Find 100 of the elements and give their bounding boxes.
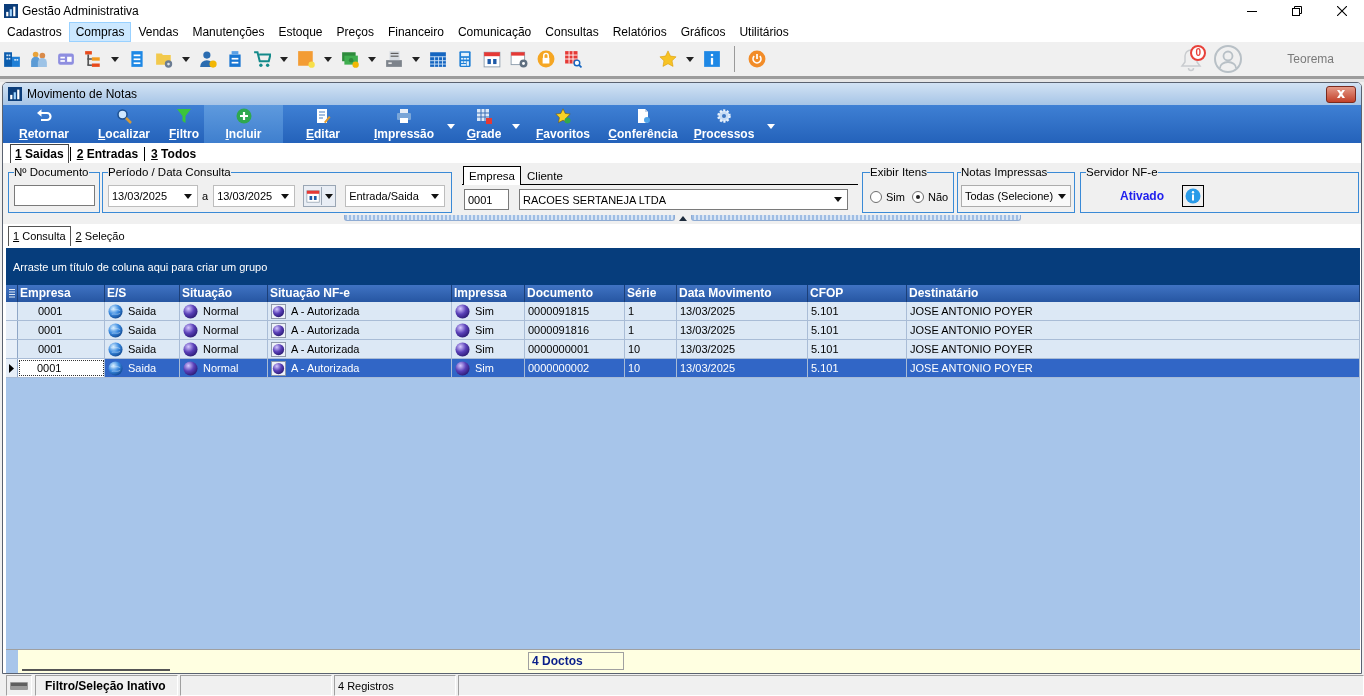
info-icon[interactable] [703,50,721,68]
menu-item[interactable]: Gráficos [673,22,733,42]
summary-indicator [6,650,18,673]
menu-item[interactable]: Cadastros [0,22,69,42]
table-cell: Sim [475,324,494,336]
table-cell: Normal [203,305,239,317]
folder-gear-icon[interactable] [155,50,173,68]
sphere-icon [183,322,198,338]
movement-type-dropdown[interactable]: Entrada/Saida [345,185,446,207]
row-selector[interactable] [6,359,18,377]
cart-icon[interactable] [253,50,271,68]
column-chooser-icon[interactable] [8,289,15,298]
menu-item[interactable]: Comunicação [450,22,539,42]
caret-icon [834,197,842,202]
radio-option[interactable]: Sim [870,191,905,203]
date-picker[interactable]: 13/03/2025 [213,185,296,207]
tab[interactable]: Empresa [463,166,522,185]
printed-notes-dropdown[interactable]: Todas (Selecione) [961,185,1071,207]
printer-icon [396,107,412,124]
tab[interactable]: 1 Consulta [8,226,71,246]
calendar-icon[interactable] [483,50,501,68]
toolbar-button[interactable]: Editar [283,105,363,143]
menu-item[interactable]: Vendas [131,22,186,42]
toolbar-button[interactable]: Localizar [84,105,164,143]
date-picker[interactable]: 13/03/2025 [108,185,198,207]
table-cell: Sim [475,305,494,317]
table-cell: 0001 [18,340,105,358]
table-row[interactable]: 0001 Saida Normal A - Autorizada Sim 0000091815 1 13/03/2025 5.101 JOSE ANTONIO POYER [6,302,1360,321]
building-icon[interactable] [3,50,21,68]
close-icon[interactable] [1336,6,1347,16]
dropdown-caret-icon[interactable] [324,56,332,62]
table-cell: 0000091815 [525,302,625,320]
calendar-icon [306,188,321,204]
dropdown-caret-icon[interactable] [182,56,190,62]
invoice-icon[interactable] [226,50,244,68]
framed-sphere-icon [271,360,286,376]
client-dropdown[interactable]: RACOES SERTANEJA LTDA [519,189,848,210]
sphere-icon [183,303,198,319]
toolbar-button[interactable]: Conferência [603,105,683,143]
group-label: Notas Impressas [961,165,1048,179]
calendar-grid-icon[interactable] [429,50,447,68]
calendar-gear-icon[interactable] [510,50,528,68]
toolbar-button[interactable]: Favoritos [523,105,603,143]
drive-icon [10,681,28,690]
toolbar-button[interactable]: Impressão [363,105,445,143]
dropdown-caret-icon[interactable] [368,56,376,62]
user-coin-icon[interactable] [199,50,217,68]
toolbar-button[interactable]: Retornar [4,105,84,143]
table-row[interactable]: 0001 Saida Normal A - Autorizada Sim 0000091816 1 13/03/2025 5.101 JOSE ANTONIO POYER [6,321,1360,340]
filter-status: Filtro/Seleção Inativo [35,675,178,696]
document-icon[interactable] [128,50,146,68]
table-cell: Normal [203,362,239,374]
menu-item[interactable]: Estoque [271,22,330,42]
sphere-icon [455,322,470,338]
sphere-icon [455,341,470,357]
dropdown-caret-icon[interactable] [412,56,420,62]
table-row[interactable]: 0001 Saida Normal A - Autorizada Sim 0000000002 10 13/03/2025 5.101 JOSE ANTONIO POYER [6,359,1360,378]
toolbar-button[interactable]: Processos [683,105,765,143]
cash-register-icon[interactable] [385,50,403,68]
star-plus-icon [555,107,571,124]
table-cell: JOSE ANTONIO POYER [907,321,1360,339]
framed-sphere-icon [271,341,286,357]
calculator-icon[interactable] [456,50,474,68]
dropdown-caret-icon[interactable] [280,56,288,62]
table-cell: JOSE ANTONIO POYER [907,359,1360,377]
minimize-icon[interactable] [1246,10,1257,12]
info-button[interactable] [1182,185,1204,207]
dropdown-caret-icon[interactable] [686,56,694,62]
table-cell: Normal [203,324,239,336]
menu-item[interactable]: Manutenções [185,22,272,42]
document-number-field[interactable] [14,185,95,206]
org-chart-icon[interactable] [84,50,102,68]
toolbar-button[interactable]: Grade [458,105,510,143]
company-code-field[interactable]: 0001 [464,189,509,210]
splitter-handle[interactable] [344,215,1021,222]
tab[interactable]: 3 Todos [146,144,202,163]
radio-option[interactable]: Não [911,191,949,203]
close-button[interactable] [1326,85,1356,103]
tab[interactable]: 2 Seleção [70,226,130,246]
toolbar-button[interactable]: Filtro [164,105,204,143]
sphere-icon [183,360,198,376]
menu-item[interactable]: Preços [329,22,381,42]
menu-item[interactable]: Compras [68,22,132,42]
tab[interactable]: 2 Entradas [71,144,144,163]
toolbar-button[interactable]: Incluir [204,105,283,143]
menu-item[interactable]: Relatórios [605,22,674,42]
money-icon[interactable] [341,50,359,68]
menu-item[interactable]: Utilitários [732,22,796,42]
calendar-button[interactable] [303,185,337,207]
dropdown-caret-icon[interactable] [111,56,119,62]
star-icon[interactable] [659,50,677,68]
table-row[interactable]: 0001 Saida Normal A - Autorizada Sim 0000000001 10 13/03/2025 5.101 JOSE ANTONIO POYER [6,340,1360,359]
table-search-icon[interactable] [564,50,582,68]
menu-item[interactable]: Financeiro [380,22,451,42]
people-icon[interactable] [30,50,48,68]
menu-item[interactable]: Consultas [538,22,606,42]
id-card-icon[interactable] [57,50,75,68]
group-by-panel[interactable]: Arraste um título de coluna aqui para criar um grupo [6,248,1360,285]
restore-icon[interactable] [1291,6,1302,16]
tab[interactable]: Cliente [521,166,569,184]
